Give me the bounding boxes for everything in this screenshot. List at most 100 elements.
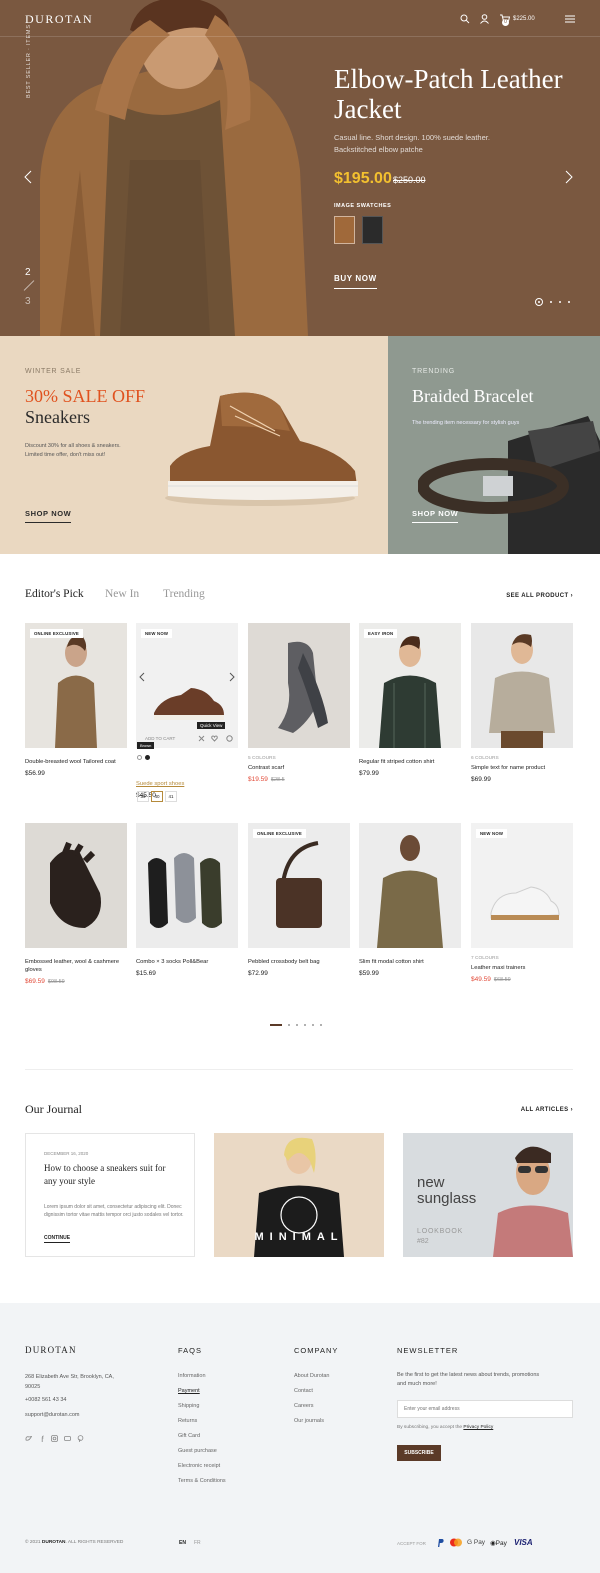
promo-title-highlight: 30% SALE OFF (25, 386, 146, 406)
product-name[interactable]: Regular fit striped cotton shirt (359, 758, 461, 766)
add-to-cart-button[interactable]: ADD TO CART (145, 736, 175, 741)
product-badge: ONLINE EXCLUSIVE (253, 829, 306, 838)
footer-faq-link[interactable]: Gift Card (178, 1429, 226, 1444)
shop-now-sneakers-button[interactable]: SHOP NOW (25, 509, 72, 523)
product-name[interactable]: Suede sport shoes (136, 780, 238, 788)
product-card[interactable]: Embossed leather, wool & cashmere gloves… (25, 823, 127, 985)
product-price: $49.59 $68.59 (471, 976, 511, 983)
twitter-icon[interactable] (25, 1435, 32, 1442)
carousel-dot-active[interactable] (270, 1024, 282, 1026)
footer-company-link[interactable]: Contact (294, 1384, 329, 1399)
menu-icon[interactable] (565, 15, 575, 23)
product-name[interactable]: Contrast scarf (248, 764, 350, 772)
cart-total[interactable]: $225.00 (513, 16, 535, 22)
journal-minimal-image[interactable]: MINIMAL (214, 1133, 384, 1257)
search-icon[interactable] (460, 14, 470, 24)
footer-faq-link[interactable]: Information (178, 1369, 226, 1384)
product-card[interactable]: 5 COLOURS Contrast scarf $19.59 $28.5 (248, 623, 350, 783)
subscribe-button[interactable]: SUBSCRIBE (397, 1445, 441, 1461)
journal-post-card[interactable]: DECEMBER 16, 2020 How to choose a sneake… (25, 1133, 195, 1257)
product-image[interactable] (136, 823, 238, 948)
product-name[interactable]: Embossed leather, wool & cashmere gloves (25, 958, 127, 974)
next-slide-icon[interactable] (565, 170, 573, 184)
product-card[interactable]: NEW NOW Suede sport shoes $45.50 (136, 623, 238, 799)
carousel-dot[interactable] (296, 1024, 298, 1026)
all-articles-link[interactable]: ALL ARTICLES › (521, 1107, 573, 1113)
product-card[interactable]: NEW NOW 7 COLOURS Leather maxi trainers $49… (471, 823, 573, 983)
footer-phone[interactable]: +0082 561 43 34 (25, 1396, 66, 1405)
size-option-selected[interactable]: 40 (151, 791, 163, 802)
slider-dot[interactable] (559, 301, 561, 303)
carousel-dot[interactable] (320, 1024, 322, 1026)
footer-faq-link[interactable]: Electronic receipt (178, 1459, 226, 1474)
language-en[interactable]: EN (179, 1540, 186, 1546)
color-option-white[interactable] (137, 755, 142, 760)
footer-logo[interactable]: DUROTAN (25, 1345, 77, 1355)
footer-email[interactable]: support@durotan.com (25, 1411, 80, 1420)
product-name[interactable]: Leather maxi trainers (471, 964, 573, 972)
footer-faq-link[interactable]: Payment (178, 1384, 226, 1399)
size-option[interactable]: 41 (165, 791, 177, 802)
footer-faq-link[interactable]: Guest purchase (178, 1444, 226, 1459)
journal-sunglass-image[interactable]: new sunglass LOOKBOOK #82 (403, 1133, 573, 1257)
product-image[interactable] (359, 823, 461, 948)
youtube-icon[interactable] (64, 1435, 71, 1442)
post-title[interactable]: How to choose a sneakers suit for any yo… (44, 1162, 179, 1188)
quick-view-icon[interactable] (198, 735, 205, 742)
tab-trending[interactable]: Trending (163, 588, 205, 600)
image-prev-icon[interactable] (138, 672, 146, 682)
tab-editors-pick[interactable]: Editor's Pick (25, 588, 84, 600)
user-icon[interactable] (480, 14, 489, 24)
shop-now-bracelet-button[interactable]: SHOP NOW (412, 509, 459, 523)
product-image[interactable]: NEW NOW (471, 823, 573, 948)
product-image[interactable] (248, 623, 350, 748)
product-image[interactable] (25, 823, 127, 948)
product-card[interactable]: EASY IRON Regular fit striped cotton shir… (359, 623, 461, 777)
footer-company-link[interactable]: About Durotan (294, 1369, 329, 1384)
footer-faq-link[interactable]: Returns (178, 1414, 226, 1429)
wishlist-icon[interactable] (211, 735, 218, 742)
product-name[interactable]: Simple text for name product (471, 764, 573, 772)
carousel-dot[interactable] (304, 1024, 306, 1026)
slider-dot[interactable] (568, 301, 570, 303)
footer-faq-link[interactable]: Shipping (178, 1399, 226, 1414)
product-name[interactable]: Combo × 3 socks Poll&Bear (136, 958, 238, 966)
carousel-dot[interactable] (288, 1024, 290, 1026)
instagram-icon[interactable] (51, 1435, 58, 1442)
prev-slide-icon[interactable] (24, 170, 32, 184)
product-name[interactable]: Double-breasted wool Tailored coat (25, 758, 127, 766)
carousel-dot[interactable] (312, 1024, 314, 1026)
newsletter-email-input[interactable] (397, 1400, 573, 1418)
footer-faq-link[interactable]: Terms & Conditions (178, 1474, 226, 1489)
color-option-black[interactable] (145, 755, 150, 760)
product-name[interactable]: Slim fit modal cotton shirt (359, 958, 461, 966)
product-card[interactable]: ONLINE EXCLUSIVE Pebbled crossbody belt b… (248, 823, 350, 977)
footer-company-link[interactable]: Our journals (294, 1414, 329, 1429)
buy-now-button[interactable]: BUY NOW (334, 274, 377, 289)
pinterest-icon[interactable] (77, 1435, 84, 1442)
privacy-policy-link[interactable]: Privacy Policy (463, 1425, 493, 1430)
product-card[interactable]: Slim fit modal cotton shirt $59.99 (359, 823, 461, 977)
compare-icon[interactable] (226, 735, 233, 742)
product-image[interactable]: ONLINE EXCLUSIVE (248, 823, 350, 948)
footer-company-link[interactable]: Careers (294, 1399, 329, 1414)
product-card[interactable]: 6 COLOURS Simple text for name product $69… (471, 623, 573, 783)
slider-dot[interactable] (550, 301, 552, 303)
brand-logo[interactable]: DUROTAN (25, 12, 93, 27)
image-next-icon[interactable] (228, 672, 236, 682)
continue-link[interactable]: CONTINUE (44, 1235, 71, 1243)
product-image[interactable]: NEW NOW (136, 623, 238, 748)
size-option[interactable]: 39 (137, 791, 149, 802)
facebook-icon[interactable] (38, 1435, 45, 1442)
swatch-black-jacket[interactable] (362, 216, 383, 244)
swatch-brown-jacket[interactable] (334, 216, 355, 244)
product-card[interactable]: ONLINE EXCLUSIVE Double-breasted wool Tai… (25, 623, 127, 777)
see-all-product-link[interactable]: SEE ALL PRODUCT › (506, 593, 573, 599)
language-fr[interactable]: FR (194, 1540, 201, 1546)
product-image[interactable]: ONLINE EXCLUSIVE (25, 623, 127, 748)
product-image[interactable]: EASY IRON (359, 623, 461, 748)
product-card[interactable]: Combo × 3 socks Poll&Bear $15.69 (136, 823, 238, 977)
product-image[interactable] (471, 623, 573, 748)
tab-new-in[interactable]: New In (105, 588, 139, 600)
product-name[interactable]: Pebbled crossbody belt bag (248, 958, 350, 966)
